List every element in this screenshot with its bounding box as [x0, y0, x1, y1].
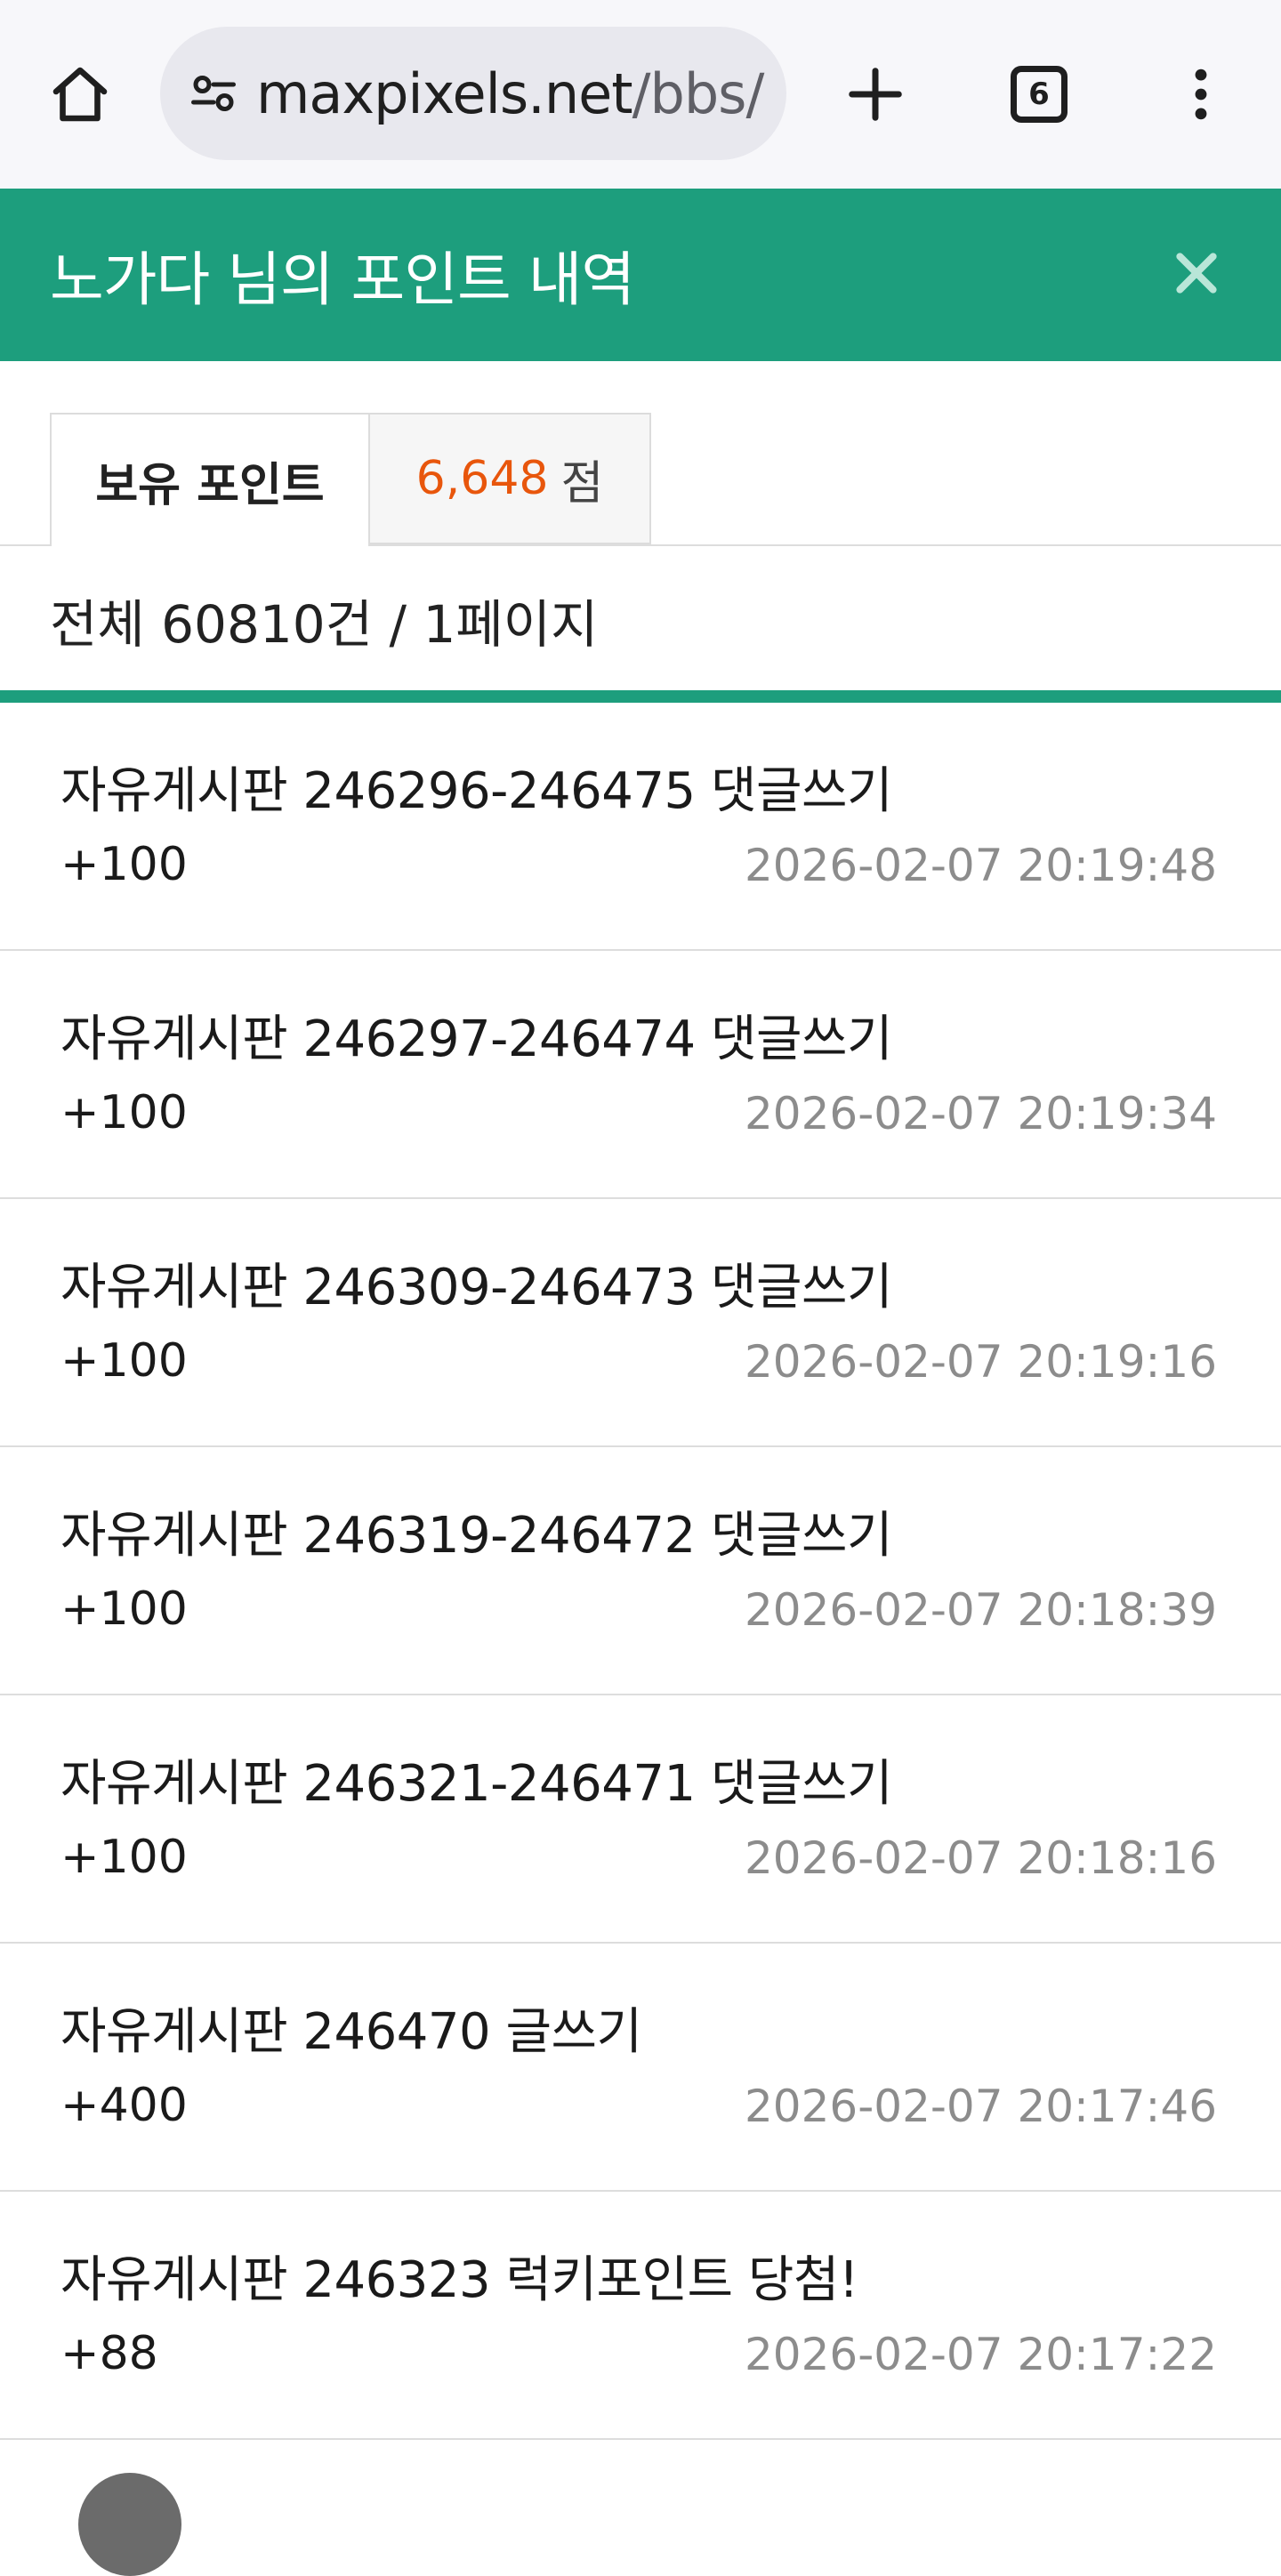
list-item: 자유게시판 246321-246471 댓글쓰기 +100 2026-02-07…	[0, 1695, 1281, 1944]
item-amount: +100	[60, 1831, 188, 1884]
list-item: 자유게시판 246297-246474 댓글쓰기 +100 2026-02-07…	[0, 951, 1281, 1199]
tab-count: 6	[1028, 76, 1050, 112]
list-item: 자유게시판 246309-246473 댓글쓰기 +100 2026-02-07…	[0, 1199, 1281, 1447]
item-amount: +100	[60, 838, 188, 891]
tab-switcher-button[interactable]: 6	[995, 50, 1084, 139]
points-value: 6,648	[415, 452, 549, 505]
plus-icon	[849, 68, 902, 121]
address-bar[interactable]: maxpixels.net/bbs/	[160, 27, 786, 160]
item-date: 2026-02-07 20:19:16	[744, 1336, 1217, 1388]
item-title: 자유게시판 246309-246473 댓글쓰기	[60, 1259, 893, 1316]
url-host: maxpixels.net	[256, 60, 633, 126]
home-button[interactable]	[36, 50, 125, 139]
close-button[interactable]	[1156, 233, 1237, 313]
more-vert-icon	[1195, 68, 1207, 120]
site-settings-icon[interactable]	[187, 67, 240, 120]
page-header: 노가다 님의 포인트 내역	[0, 189, 1281, 361]
page-title: 노가다 님의 포인트 내역	[50, 246, 635, 314]
points-unit: 점	[560, 456, 604, 511]
item-date: 2026-02-07 20:19:48	[744, 840, 1217, 891]
list-item: 자유게시판 246470 글쓰기 +400 2026-02-07 20:17:4…	[0, 1944, 1281, 2192]
item-amount: +100	[60, 1086, 188, 1139]
home-icon	[52, 67, 108, 122]
item-amount: +100	[60, 1334, 188, 1388]
points-label: 보유 포인트	[50, 413, 370, 546]
point-history-list: 자유게시판 246296-246475 댓글쓰기 +100 2026-02-07…	[0, 703, 1281, 2440]
item-date: 2026-02-07 20:18:39	[744, 1584, 1217, 1636]
summary-divider	[0, 690, 1281, 703]
item-title: 자유게시판 246296-246475 댓글쓰기	[60, 762, 893, 820]
points-value-box: 6,648 점	[368, 413, 651, 544]
list-item: 자유게시판 246296-246475 댓글쓰기 +100 2026-02-07…	[0, 703, 1281, 951]
new-tab-button[interactable]	[831, 50, 920, 139]
item-amount: +400	[60, 2079, 188, 2132]
list-item: 자유게시판 246323 럭키포인트 당첨! +88 2026-02-07 20…	[0, 2192, 1281, 2440]
item-date: 2026-02-07 20:18:16	[744, 1832, 1217, 1884]
browser-menu-button[interactable]	[1156, 50, 1245, 139]
item-title: 자유게시판 246321-246471 댓글쓰기	[60, 1755, 893, 1813]
tab-switcher-icon: 6	[1011, 66, 1068, 123]
holding-points: 보유 포인트 6,648 점	[0, 361, 1281, 546]
item-date: 2026-02-07 20:17:46	[744, 2081, 1217, 2132]
list-item: 자유게시판 246319-246472 댓글쓰기 +100 2026-02-07…	[0, 1447, 1281, 1695]
url-path: /bbs/	[632, 60, 765, 126]
list-summary: 전체 60810건 / 1페이지	[50, 594, 599, 655]
item-title: 자유게시판 246297-246474 댓글쓰기	[60, 1010, 893, 1068]
scroll-top-button[interactable]	[78, 2473, 181, 2576]
item-amount: +88	[60, 2327, 158, 2380]
close-icon	[1176, 253, 1217, 294]
url-text: maxpixels.net/bbs/	[256, 60, 765, 126]
item-title: 자유게시판 246470 글쓰기	[60, 2003, 642, 2061]
item-date: 2026-02-07 20:17:22	[744, 2329, 1217, 2380]
browser-toolbar: maxpixels.net/bbs/ 6	[0, 0, 1281, 189]
item-title: 자유게시판 246323 럭키포인트 당첨!	[60, 2251, 858, 2309]
item-date: 2026-02-07 20:19:34	[744, 1088, 1217, 1139]
item-amount: +100	[60, 1582, 188, 1636]
item-title: 자유게시판 246319-246472 댓글쓰기	[60, 1507, 893, 1565]
